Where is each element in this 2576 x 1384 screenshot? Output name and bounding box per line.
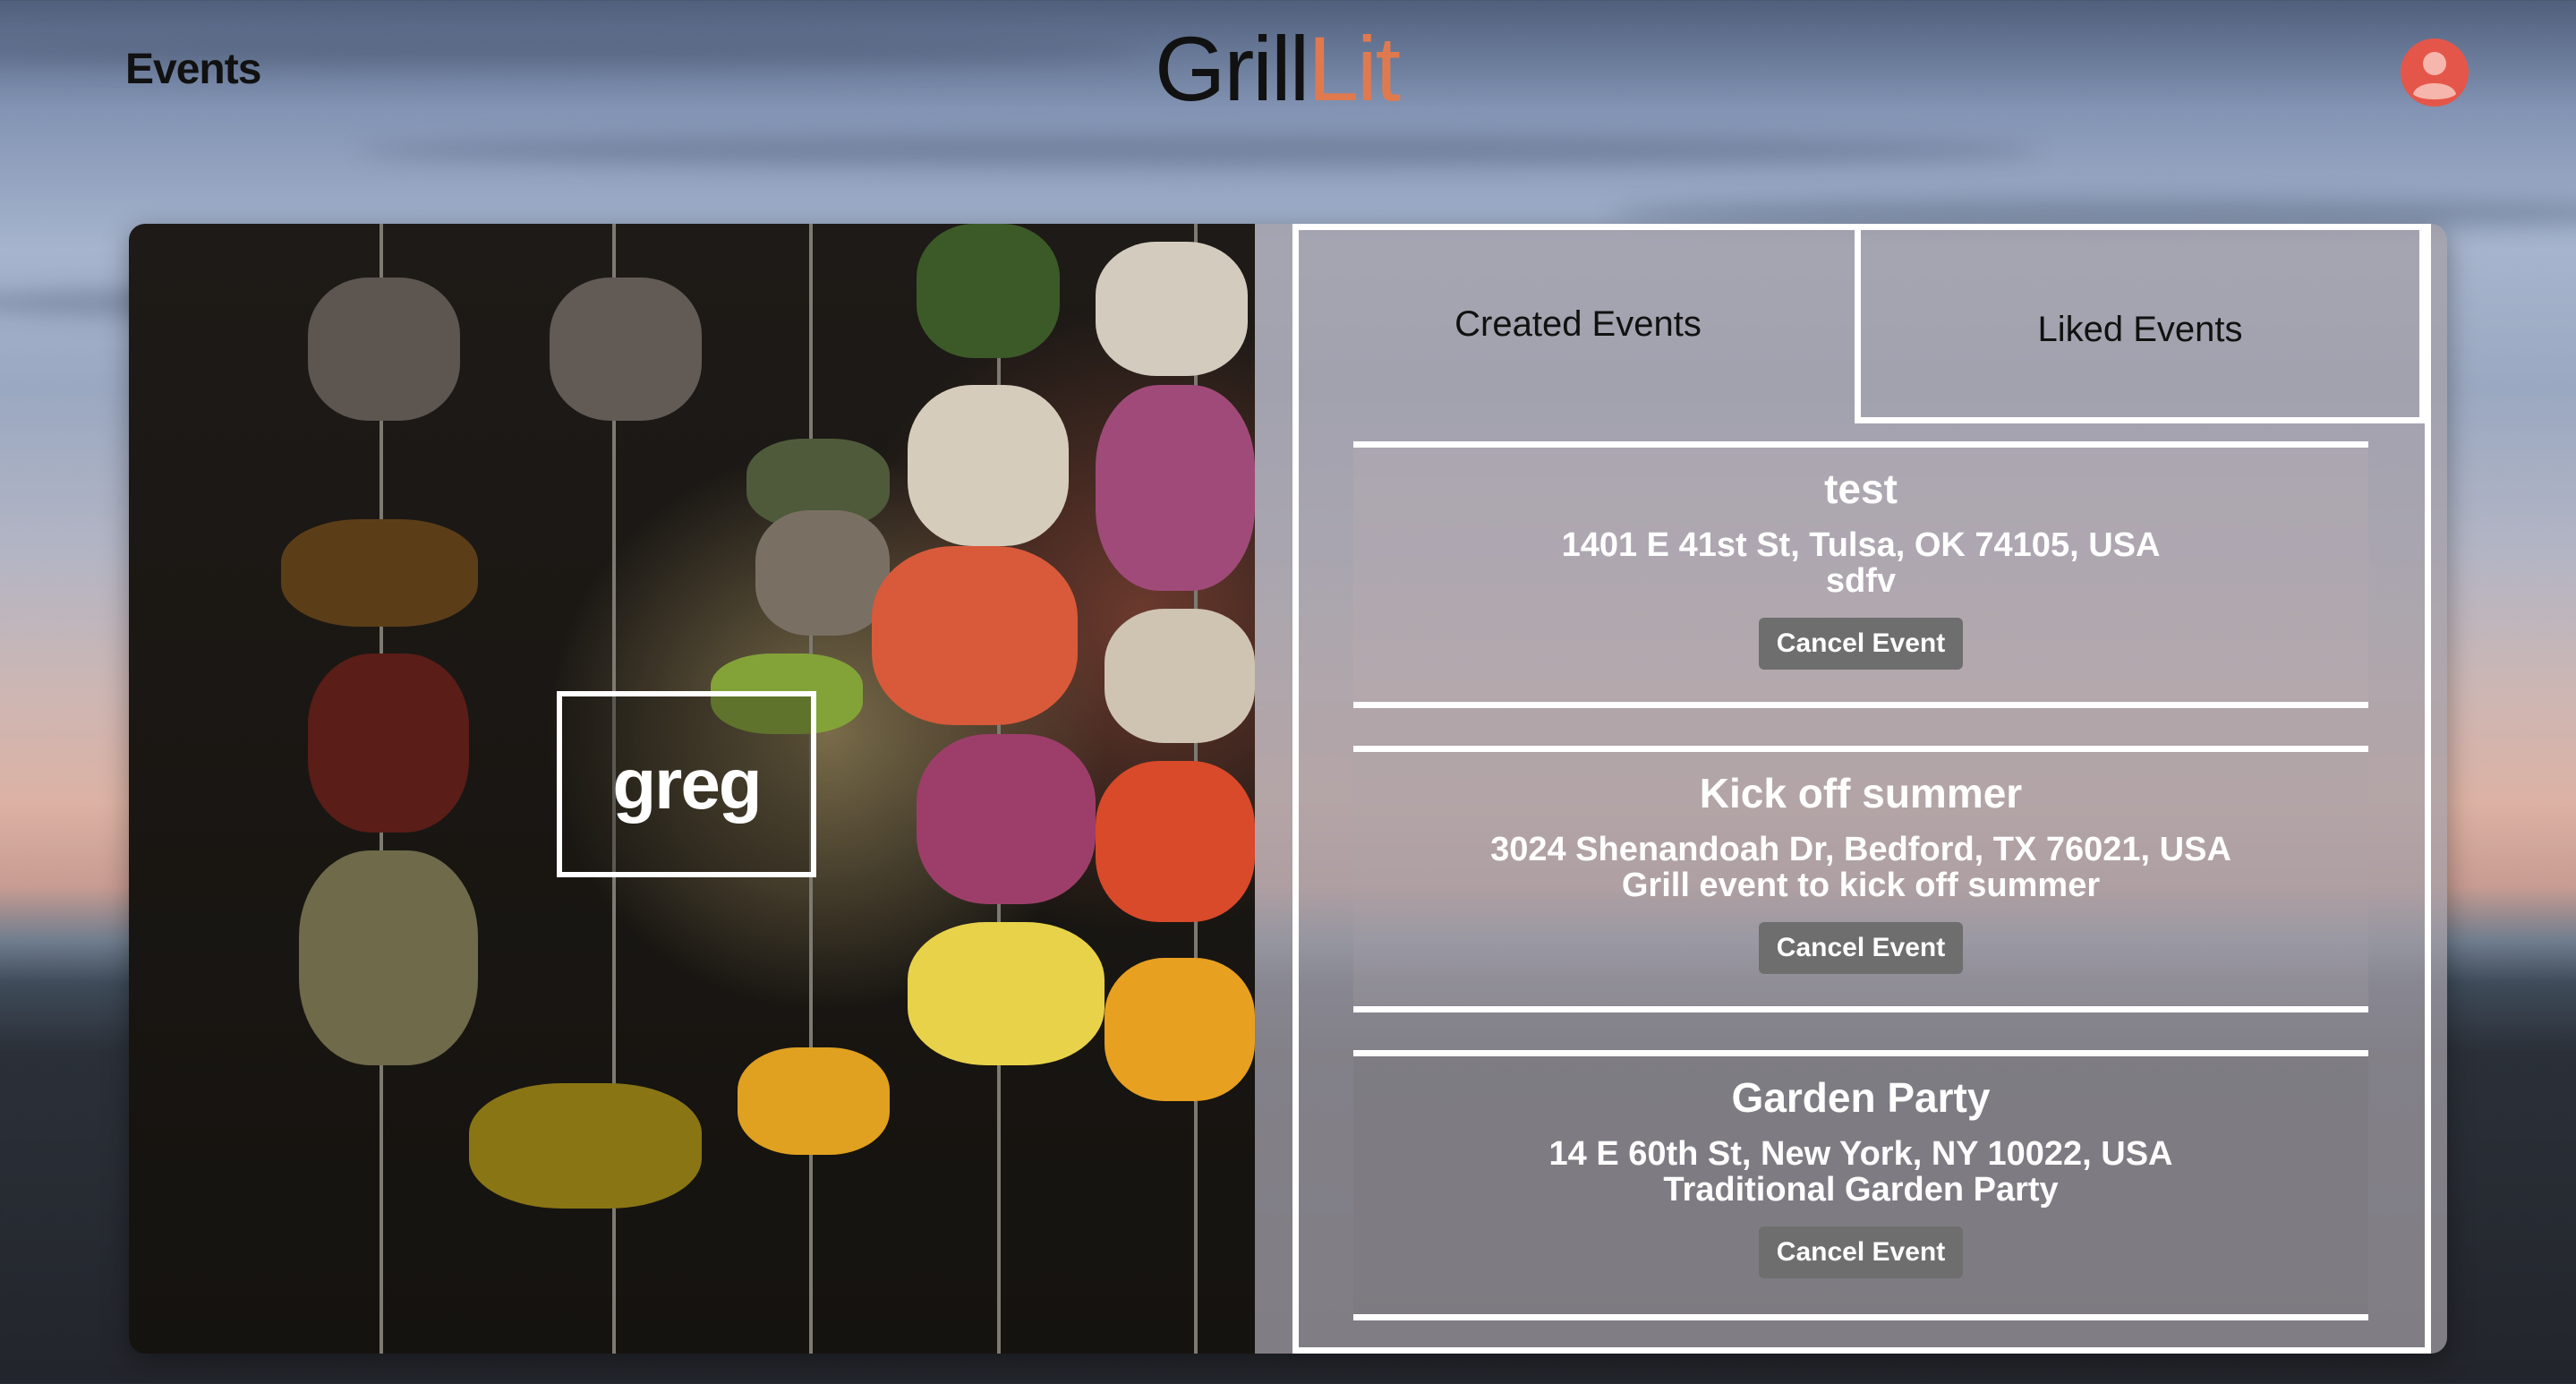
- event-description: sdfv: [1825, 562, 1897, 601]
- pepper-decoration: [281, 519, 478, 627]
- mushroom-decoration: [1105, 609, 1255, 743]
- onion-decoration: [1096, 385, 1255, 591]
- event-card: test 1401 E 41st St, Tulsa, OK 74105, US…: [1353, 441, 2368, 708]
- lemon-decoration: [469, 1083, 702, 1209]
- cancel-event-button[interactable]: Cancel Event: [1758, 922, 1964, 975]
- tab-liked-events-label: Liked Events: [2037, 310, 2243, 349]
- event-card: Kick off summer 3024 Shenandoah Dr, Bedf…: [1353, 746, 2368, 1012]
- nav-events-link[interactable]: Events: [125, 45, 261, 94]
- logo-text-lit: Lit: [1308, 18, 1401, 120]
- event-description: Traditional Garden Party: [1663, 1171, 2059, 1209]
- profile-name: greg: [612, 744, 762, 824]
- cloud-decoration: [358, 134, 2039, 167]
- tomato-decoration: [1096, 761, 1255, 922]
- onion-decoration: [917, 734, 1096, 904]
- tab-created-events-label: Created Events: [1454, 303, 1702, 344]
- mushroom-decoration: [308, 278, 460, 421]
- onion-decoration: [299, 850, 478, 1065]
- event-description: Grill event to kick off summer: [1621, 867, 2101, 905]
- user-circle-icon: [2401, 39, 2468, 106]
- cancel-event-button[interactable]: Cancel Event: [1758, 618, 1964, 671]
- event-card: Garden Party 14 E 60th St, New York, NY …: [1353, 1050, 2368, 1320]
- event-address: 1401 E 41st St, Tulsa, OK 74105, USA: [1561, 526, 2161, 565]
- profile-photo-panel: greg: [129, 224, 1255, 1354]
- app-logo[interactable]: GrillLit: [1155, 23, 1401, 115]
- tab-liked-events[interactable]: Liked Events: [1855, 230, 2426, 423]
- mushroom-decoration: [1096, 242, 1248, 376]
- zucchini-decoration: [917, 224, 1060, 358]
- event-title: Garden Party: [1731, 1074, 1991, 1121]
- pepper-decoration: [738, 1047, 890, 1155]
- lemon-decoration: [908, 922, 1105, 1065]
- logo-text-grill: Grill: [1155, 18, 1309, 120]
- mushroom-decoration: [550, 278, 702, 421]
- mushroom-decoration: [908, 385, 1069, 546]
- orange-decoration: [1105, 958, 1255, 1101]
- event-title: Kick off summer: [1699, 770, 2023, 816]
- profile-name-box: greg: [557, 691, 816, 877]
- user-profile-button[interactable]: [2401, 38, 2469, 107]
- event-address: 3024 Shenandoah Dr, Bedford, TX 76021, U…: [1490, 831, 2231, 869]
- cancel-event-button[interactable]: Cancel Event: [1758, 1226, 1964, 1279]
- tomato-decoration: [308, 654, 469, 833]
- event-address: 14 E 60th St, New York, NY 10022, USA: [1548, 1135, 2173, 1174]
- tab-created-events[interactable]: Created Events: [1299, 230, 1857, 418]
- tomato-decoration: [872, 546, 1078, 725]
- mushroom-decoration: [755, 510, 890, 636]
- event-title: test: [1824, 466, 1898, 512]
